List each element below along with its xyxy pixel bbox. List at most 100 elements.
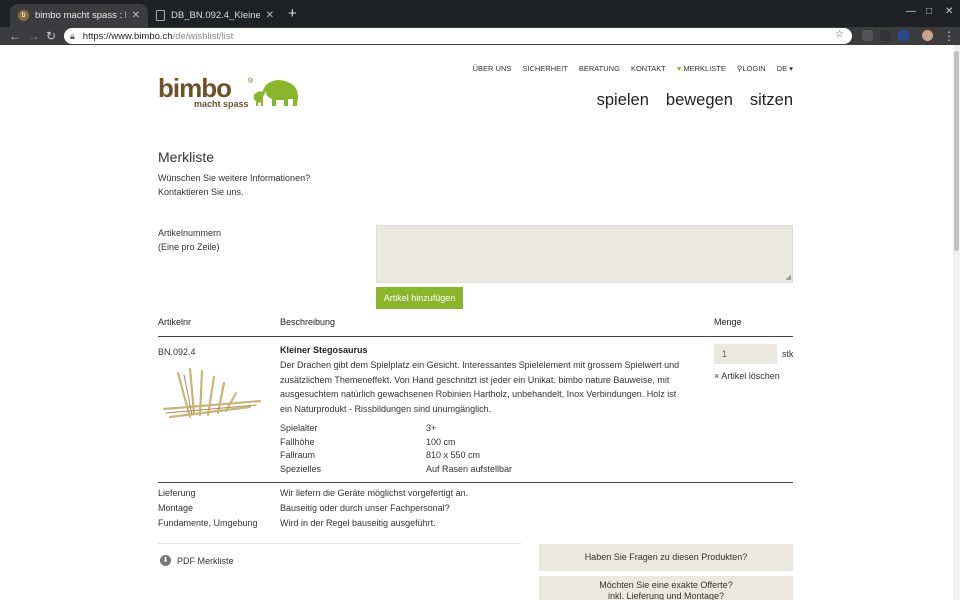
new-tab-button[interactable]: + (288, 6, 297, 21)
spec-value: 100 cm (426, 436, 456, 447)
info-row: Lieferung Wir liefern die Geräte möglichs… (158, 486, 468, 501)
table-bottom-divider (158, 482, 793, 483)
quantity-input[interactable]: 1 (714, 344, 777, 364)
profile-avatar[interactable] (922, 30, 933, 41)
spec-key: Spielalter (280, 423, 318, 433)
spec-row: Fallhöhe 100 cm (280, 436, 580, 450)
bookmark-star-icon[interactable]: ☆ (835, 29, 844, 40)
scrollbar[interactable] (953, 45, 960, 600)
info-value: Wird in der Regel bauseitig ausgeführt. (280, 518, 436, 528)
spec-row: Spezielles Auf Rasen aufstellbar (280, 463, 580, 477)
item-name: Kleiner Stegosaurus (280, 345, 368, 355)
header-menge: Menge (714, 317, 742, 327)
info-value: Bauseitig oder durch unser Fachpersonal? (280, 503, 450, 513)
tab-bimbo[interactable]: b bimbo macht spass : Hinr ✕ (10, 4, 148, 27)
item-specs: Spielalter 3+ Fallhöhe 100 cm Fallraum 810 … (280, 422, 580, 476)
resize-grip-icon[interactable]: ◢ (786, 273, 791, 281)
questions-button[interactable]: Haben Sie Fragen zu diesen Produkten? (539, 544, 793, 571)
elephant-logo-icon (253, 79, 298, 106)
logo-tagline: macht spass (194, 99, 249, 109)
spec-row: Fallraum 810 x 550 cm (280, 449, 580, 463)
spec-key: Spezielles (280, 463, 322, 474)
lock-icon: 🔒︎ (70, 30, 75, 41)
header-beschreibung: Beschreibung (280, 317, 336, 327)
language-label: DE (776, 64, 788, 73)
forward-icon[interactable]: → (28, 28, 40, 44)
delete-article-button[interactable]: × Artikel löschen (714, 371, 780, 381)
label-hint: (Eine pro Zeile) (158, 242, 220, 252)
info-key: Fundamente, Umgebung (158, 518, 258, 528)
header-artikelnr: Artikelnr (158, 317, 192, 327)
spec-key: Fallraum (280, 450, 316, 460)
offer-button[interactable]: Möchten Sie eine exakte Offerte? inkl. L… (539, 576, 793, 600)
offer-line: Möchten Sie eine exakte Offerte? (599, 580, 733, 590)
nav-ueber-uns[interactable]: ÜBER UNS (473, 64, 512, 73)
scrollbar-thumb[interactable] (954, 51, 959, 251)
intro-line: Wünschen Sie weitere Informationen? (158, 173, 311, 183)
nav-merkliste-label: MERKLISTE (683, 64, 726, 73)
document-icon (156, 10, 165, 21)
info-value: Wir liefern die Geräte möglichst vorgefe… (280, 488, 469, 498)
article-numbers-textarea[interactable]: ◢ (376, 225, 793, 283)
nav-merkliste[interactable]: ♥ MERKLISTE (677, 64, 726, 73)
extension-icon[interactable] (862, 30, 873, 41)
intro-text: Wünschen Sie weitere Informationen? Kont… (158, 171, 310, 199)
close-window-icon[interactable]: ✕ (945, 6, 953, 17)
section-divider (158, 543, 521, 544)
table-header-divider (158, 336, 793, 337)
info-key: Lieferung (158, 488, 196, 498)
caret-down-icon: ▾ (789, 64, 793, 73)
product-image[interactable] (160, 363, 264, 425)
browser-toolbar: ← → ↻ 🔒︎ https://www.bimbo.ch/de/wishlis… (0, 27, 960, 45)
menu-icon[interactable]: ⋮ (943, 28, 955, 44)
article-numbers-label: Artikelnummern (Eine pro Zeile) (158, 226, 221, 254)
maximize-icon[interactable]: □ (926, 6, 932, 17)
extension-icon[interactable] (880, 30, 891, 41)
tab-title: bimbo macht spass : Hinr (35, 10, 126, 21)
delivery-info: Lieferung Wir liefern die Geräte möglichs… (158, 486, 468, 531)
page-title: Merkliste (158, 149, 215, 165)
bimbo-logo[interactable]: bimbo ® macht spass (158, 73, 308, 111)
spec-value: 810 x 550 cm (426, 450, 481, 460)
tab-pdf[interactable]: DB_BN.092.4_Kleiner Ste ✕ (148, 4, 282, 27)
info-row: Fundamente, Umgebung Wird in der Regel ba… (158, 516, 468, 531)
item-artnr: BN.092.4 (158, 347, 196, 357)
pdf-merkliste-link[interactable]: ⬇ PDF Merkliste (160, 555, 234, 566)
heart-icon: ♥ (676, 64, 682, 73)
nav-sicherheit[interactable]: SICHERHEIT (522, 64, 567, 73)
webpage: bimbo ® macht spass ÜBER UNS SICHERHEIT … (0, 45, 953, 600)
offer-line: inkl. Lieferung und Montage? (607, 591, 725, 600)
contact-link[interactable]: Kontaktieren Sie uns. (158, 185, 310, 199)
pdf-label: PDF Merkliste (177, 555, 234, 566)
nav-bewegen[interactable]: bewegen (666, 91, 733, 110)
main-navigation: spielen bewegen sitzen (597, 91, 793, 110)
close-icon[interactable]: ✕ (266, 10, 274, 21)
quantity-unit: stk (782, 349, 794, 359)
nav-spielen[interactable]: spielen (597, 91, 649, 110)
extension-icon[interactable] (898, 30, 909, 41)
spec-value: Auf Rasen aufstellbar (426, 463, 513, 474)
nav-login[interactable]: ⚲LOGIN (737, 64, 766, 73)
nav-kontakt[interactable]: KONTAKT (631, 64, 666, 73)
spec-row: Spielalter 3+ (280, 422, 580, 436)
nav-sitzen[interactable]: sitzen (750, 91, 793, 110)
close-icon[interactable]: ✕ (132, 10, 140, 21)
url-host: https://www.bimbo.ch (82, 30, 173, 42)
top-navigation: ÜBER UNS SICHERHEIT BERATUNG KONTAKT ♥ M… (473, 64, 793, 73)
browser-tabbar: b bimbo macht spass : Hinr ✕ DB_BN.092.4… (0, 0, 960, 27)
minimize-icon[interactable]: — (906, 6, 916, 17)
spec-value: 3+ (426, 423, 437, 433)
url-path: /de/wishlist/list (172, 30, 234, 42)
reload-icon[interactable]: ↻ (46, 28, 56, 44)
back-icon[interactable]: ← (9, 28, 21, 44)
pdf-icon: ⬇ (160, 555, 171, 566)
address-bar[interactable]: 🔒︎ https://www.bimbo.ch/de/wishlist/list… (64, 28, 852, 44)
spec-key: Fallhöhe (280, 436, 315, 447)
item-description: Der Drachen gibt dem Spielplatz ein Gesi… (280, 360, 680, 414)
language-select[interactable]: DE ▾ (777, 64, 793, 73)
label-line: Artikelnummern (158, 228, 222, 238)
bimbo-favicon-icon: b (18, 10, 29, 21)
add-article-button[interactable]: Artikel hinzufügen (376, 287, 463, 309)
nav-beratung[interactable]: BERATUNG (579, 64, 620, 73)
nav-login-label: LOGIN (742, 64, 766, 73)
